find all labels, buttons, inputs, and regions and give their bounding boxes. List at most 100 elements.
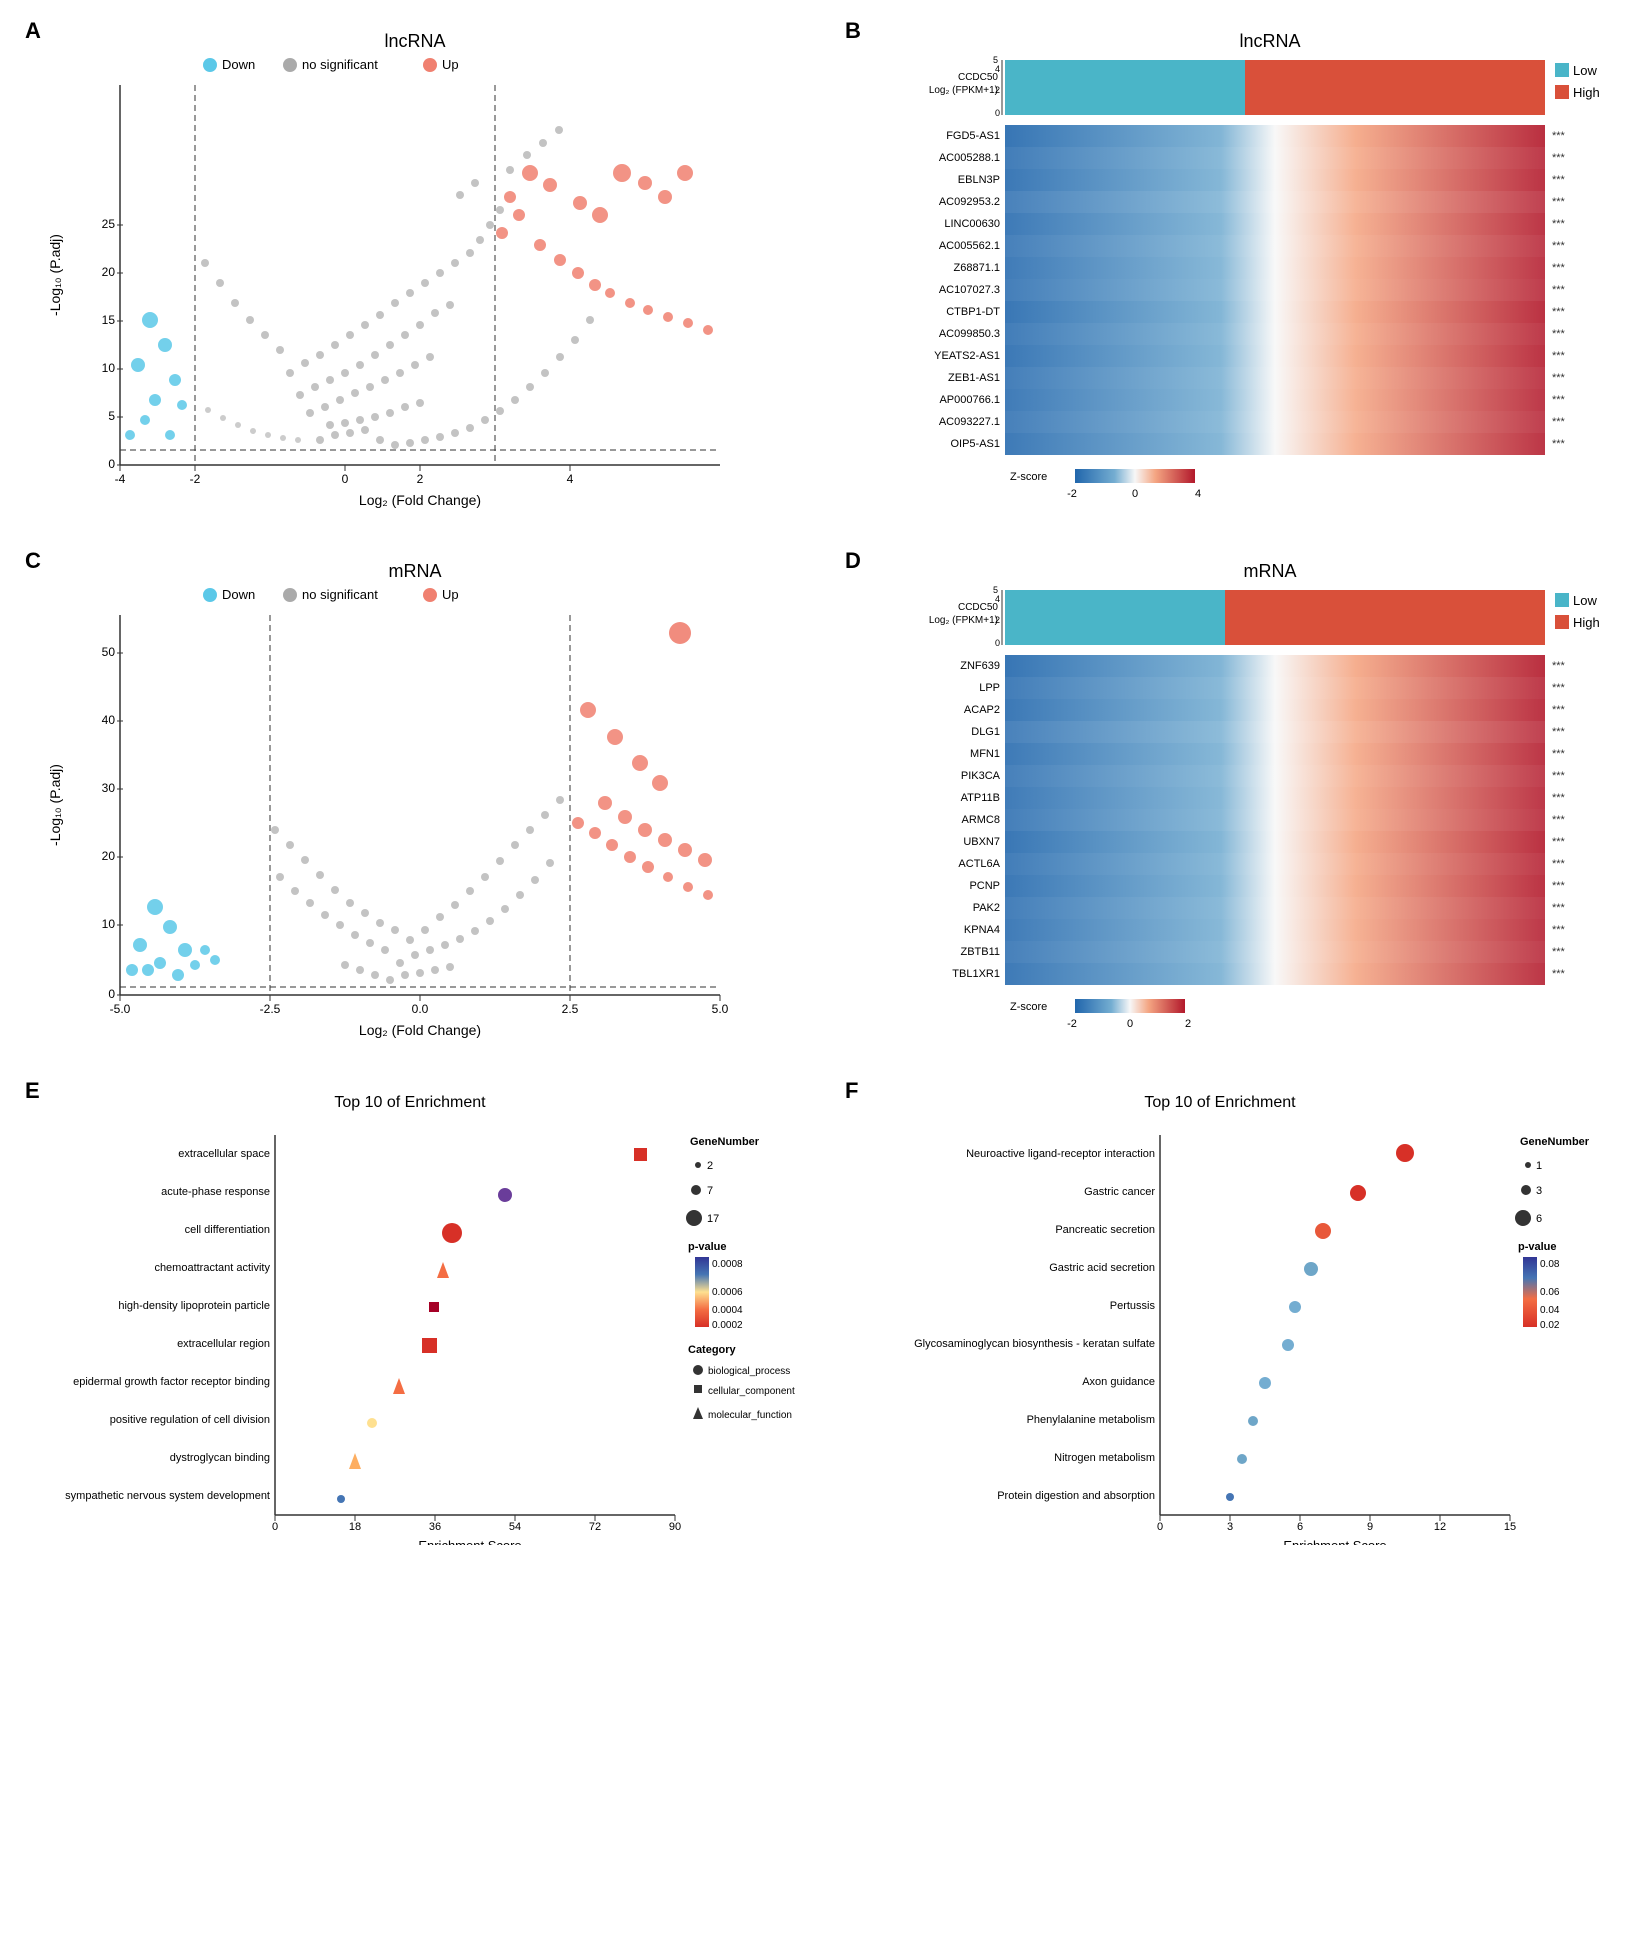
y-tick-10: 10 [102,361,116,375]
heatrow-3 [1005,191,1545,213]
y-tick-0: 0 [108,457,115,471]
gene-3: AC092953.2 [939,196,1000,208]
f-dot-9 [1226,1493,1234,1501]
d-bar-ytick-0: 0 [995,638,1000,648]
f-term-5: Glycosaminoglycan biosynthesis - keratan… [914,1338,1155,1350]
bar-ytick-0: 0 [995,108,1000,118]
scatter-up-a [496,164,713,335]
star-8: *** [1552,306,1566,318]
gene-13: AC093227.1 [939,416,1000,428]
gene-0: FGD5-AS1 [946,130,1000,142]
y-tick-15: 15 [102,313,116,327]
main-container: A lncRNA Down no significant Up 0 5 10 [0,0,1630,1560]
e-legend-gene-2: 2 [707,1160,713,1172]
panel-a: A lncRNA Down no significant Up 0 5 10 [10,10,830,540]
f-term-3: Gastric acid secretion [1049,1262,1155,1274]
star-7: *** [1552,284,1566,296]
d-heatrow-9 [1005,853,1545,875]
c-xtick-n5: -5.0 [110,1002,131,1016]
d-legend-high-rect [1555,615,1569,629]
zscore-bar [1075,469,1195,483]
d-legend-high-text: High [1573,615,1600,630]
e-dot-3 [437,1262,449,1278]
d-star-2: *** [1552,704,1566,716]
d-star-1: *** [1552,682,1566,694]
gene-7: AC107027.3 [939,284,1000,296]
panel-c: C mRNA Down no significant Up 0 10 20 30… [10,540,830,1070]
d-bar-ytick-5: 5 [993,585,998,595]
heatrow-9 [1005,323,1545,345]
star-13: *** [1552,416,1566,428]
d-heatrow-12 [1005,919,1545,941]
e-pval-mid2: 0.0004 [712,1305,743,1316]
panel-d: D mRNA [830,540,1630,1070]
panel-b-title: lncRNA [1239,31,1300,51]
e-dot-0 [634,1148,647,1161]
gene-6: Z68871.1 [954,262,1000,274]
heatmap-mrna: mRNA CCDC50 Log₂ (FPKM+1) 0 2 4 5 Low Hi… [850,555,1630,1065]
d-gene-2: ACAP2 [964,704,1000,716]
e-cat-bp-dot [693,1365,703,1375]
heatrow-13 [1005,411,1545,433]
legend-down-label-c: Down [222,587,255,602]
d-bar-ylabel2: Log₂ (FPKM+1) [929,615,998,626]
d-heatrow-14 [1005,963,1545,985]
d-star-5: *** [1552,770,1566,782]
d-gene-13: ZBTB11 [960,946,1000,958]
c-xtick-0: 0.0 [412,1002,429,1016]
f-legend-pval-title: p-value [1518,1241,1557,1253]
f-x-label: Enrichment Score [1283,1538,1386,1545]
d-zscore-bar [1075,999,1185,1013]
bar-ytick-4: 4 [995,64,1000,74]
legend-up-label-c: Up [442,587,459,602]
c-ytick-50: 50 [102,645,116,659]
star-2: *** [1552,174,1566,186]
d-heatrow-6 [1005,787,1545,809]
d-heatrow-1 [1005,677,1545,699]
f-pval-low: 0.02 [1540,1320,1560,1331]
e-term-1: acute-phase response [161,1186,270,1198]
d-star-3: *** [1552,726,1566,738]
f-pval-mid2: 0.04 [1540,1305,1560,1316]
d-star-14: *** [1552,968,1566,980]
star-5: *** [1552,240,1566,252]
legend-up-circle [423,58,437,72]
f-legend-gene-6-dot [1515,1210,1531,1226]
f-term-7: Phenylalanine metabolism [1027,1414,1155,1426]
scatter-up-c [572,622,713,900]
bar-low-b [1005,60,1245,115]
d-heatrow-11 [1005,897,1545,919]
e-dot-1 [498,1188,512,1202]
panel-a-title: lncRNA [384,31,445,51]
c-ytick-20: 20 [102,849,116,863]
e-legend-gene-7: 7 [707,1185,713,1197]
e-term-4: high-density lipoprotein particle [118,1300,270,1312]
zscore-mid: 0 [1132,488,1138,500]
f-xtick-9: 9 [1367,1521,1373,1533]
c-xtick-p25: 2.5 [562,1002,579,1016]
c-ytick-10: 10 [102,917,116,931]
f-term-6: Axon guidance [1082,1376,1155,1388]
bar-high-d [1225,590,1545,645]
d-gene-1: LPP [979,682,1000,694]
f-pval-grad-bar [1523,1257,1537,1327]
d-heatrow-5 [1005,765,1545,787]
f-xtick-6: 6 [1297,1521,1303,1533]
legend-ns-label-c: no significant [302,587,378,602]
d-star-9: *** [1552,858,1566,870]
f-dot-8 [1237,1454,1247,1464]
star-1: *** [1552,152,1566,164]
gene-11: ZEB1-AS1 [948,372,1000,384]
legend-ns-circle-c [283,588,297,602]
f-term-8: Nitrogen metabolism [1054,1452,1155,1464]
f-term-0: Neuroactive ligand-receptor interaction [966,1148,1155,1160]
e-xtick-54: 54 [509,1521,521,1533]
d-zscore-label: Z-score [1010,1001,1047,1013]
d-heatrow-4 [1005,743,1545,765]
d-star-0: *** [1552,660,1566,672]
d-star-8: *** [1552,836,1566,848]
c-ytick-0: 0 [108,987,115,1001]
y-label-c: -Log₁₀ (P.adj) [47,764,63,846]
f-legend-gene-1: 1 [1536,1160,1542,1172]
star-3: *** [1552,196,1566,208]
